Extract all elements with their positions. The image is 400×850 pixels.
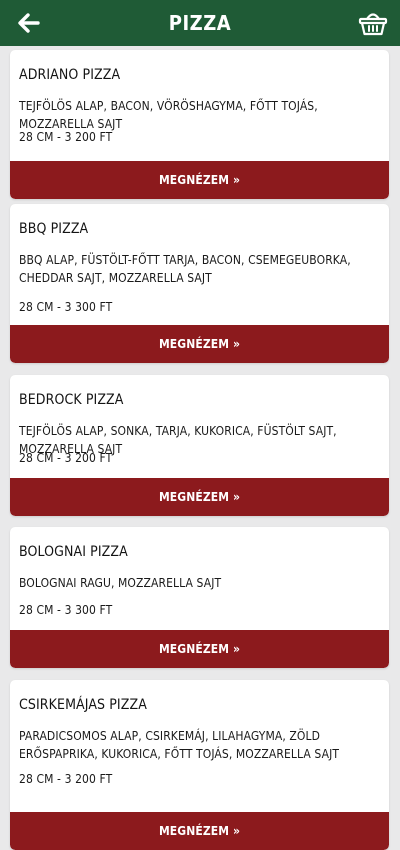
pizza-card: ADRIANO PIZZA TEJFÖLÖS ALAP, BACON, VÖRÖ… [10,50,389,199]
pizza-name: CSIRKEMÁJAS PIZZA [19,697,147,713]
pizza-card: BBQ PIZZA BBQ ALAP, FÜSTÖLT-FŐTT TARJA, … [10,204,389,363]
view-button[interactable]: MEGNÉZEM » [10,812,389,850]
pizza-card: CSIRKEMÁJAS PIZZA PARADICSOMOS ALAP, CSI… [10,680,389,850]
pizza-name: BOLOGNAI PIZZA [19,544,128,560]
pizza-name: BBQ PIZZA [19,221,89,237]
pizza-price: 28 CM - 3 200 FT [19,451,113,465]
pizza-price: 28 CM - 3 300 FT [19,603,113,617]
basket-icon [358,13,388,36]
pizza-name: ADRIANO PIZZA [19,67,121,83]
pizza-price: 28 CM - 3 300 FT [19,300,113,314]
pizza-description: TEJFÖLÖS ALAP, BACON, VÖRÖSHAGYMA, FŐTT … [19,99,318,131]
view-button[interactable]: MEGNÉZEM » [10,478,389,516]
pizza-card: BEDROCK PIZZA TEJFÖLÖS ALAP, SONKA, TARJ… [10,375,389,516]
pizza-description: BOLOGNAI RAGU, MOZZARELLA SAJT [19,576,222,590]
back-button[interactable] [17,11,41,35]
arrow-left-icon [18,13,40,33]
view-button[interactable]: MEGNÉZEM » [10,630,389,668]
pizza-price: 28 CM - 3 200 FT [19,772,113,786]
view-button[interactable]: MEGNÉZEM » [10,161,389,199]
cart-button[interactable] [356,7,390,39]
pizza-price: 28 CM - 3 200 FT [19,130,113,144]
app-header: PIZZA [0,0,400,46]
pizza-description: BBQ ALAP, FÜSTÖLT-FŐTT TARJA, BACON, CSE… [19,253,351,285]
view-button[interactable]: MEGNÉZEM » [10,325,389,363]
pizza-card: BOLOGNAI PIZZA BOLOGNAI RAGU, MOZZARELLA… [10,527,389,668]
pizza-name: BEDROCK PIZZA [19,392,124,408]
page-title: PIZZA [168,11,232,35]
pizza-description: PARADICSOMOS ALAP, CSIRKEMÁJ, LILAHAGYMA… [19,729,340,761]
